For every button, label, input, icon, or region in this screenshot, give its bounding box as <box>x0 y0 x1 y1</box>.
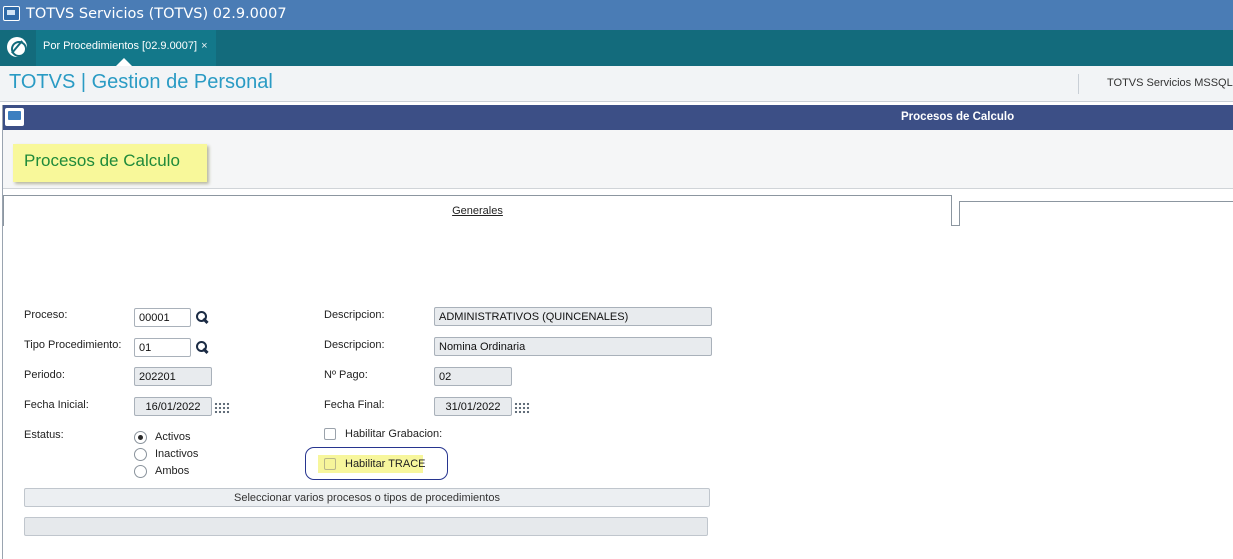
empty-status-bar <box>24 517 708 536</box>
habilitar-grabacion-label: Habilitar Grabacion: <box>345 428 443 440</box>
proceso-input[interactable]: 00001 <box>134 308 191 327</box>
descripcion-field-1: ADMINISTRATIVOS (QUINCENALES) <box>434 307 712 326</box>
dialog-title: Procesos de Calculo <box>901 111 1015 123</box>
periodo-label: Periodo: <box>24 369 65 381</box>
window-title: TOTVS Servicios (TOTVS) 02.9.0007 <box>26 6 287 22</box>
descripcion-field-2: Nomina Ordinaria <box>434 337 712 356</box>
habilitar-grabacion-checkbox[interactable] <box>324 428 336 440</box>
habilitar-trace-checkbox[interactable] <box>324 458 336 470</box>
module-title: TOTVS | Gestion de Personal <box>9 71 273 93</box>
tab-generales-label: Generales <box>452 205 503 217</box>
tab-secondary[interactable] <box>959 201 1233 226</box>
fecha-final-label: Fecha Final: <box>324 399 385 411</box>
server-label: TOTVS Servicios MSSQL I <box>1107 77 1233 89</box>
dialog-window-icon[interactable] <box>5 108 24 126</box>
tipo-procedimiento-search-icon[interactable] <box>195 340 209 354</box>
fecha-final-field: 31/01/2022 <box>434 397 512 416</box>
close-icon[interactable]: × <box>201 40 207 52</box>
radio-activos-label: Activos <box>155 431 191 443</box>
radio-ambos-label: Ambos <box>155 465 190 477</box>
title-bar: TOTVS Servicios (TOTVS) 02.9.0007 <box>0 0 1233 30</box>
tab-label: Por Procedimientos [02.9.0007] <box>43 40 198 52</box>
page-title-badge: Procesos de Calculo <box>13 144 207 182</box>
nro-pago-label: Nº Pago: <box>324 369 368 381</box>
folder-tabs: Generales <box>3 195 1233 226</box>
dialog-header-panel: Procesos de Calculo <box>3 130 1233 189</box>
descripcion-label-2: Descripcion: <box>324 339 385 351</box>
tab-bar: Por Procedimientos [02.9.0007] × <box>0 30 1233 66</box>
radio-activos[interactable] <box>134 431 147 444</box>
calendar-icon[interactable] <box>514 402 530 414</box>
tipo-procedimiento-label: Tipo Procedimiento: <box>24 339 122 351</box>
app-window-icon <box>3 6 20 21</box>
totvs-home-icon[interactable] <box>7 37 27 57</box>
proceso-label: Proceso: <box>24 309 68 321</box>
radio-inactivos[interactable] <box>134 448 147 461</box>
radio-ambos[interactable] <box>134 465 147 478</box>
fecha-inicial-field: 16/01/2022 <box>134 397 212 416</box>
calendar-icon[interactable] <box>214 402 230 414</box>
tipo-procedimiento-input[interactable]: 01 <box>134 338 191 357</box>
descripcion-label-1: Descripcion: <box>324 309 385 321</box>
radio-inactivos-label: Inactivos <box>155 448 199 460</box>
habilitar-trace-label: Habilitar TRACE <box>345 458 426 470</box>
tab-generales[interactable]: Generales <box>3 195 952 226</box>
periodo-field: 202201 <box>134 367 212 386</box>
active-tab-indicator <box>116 58 132 66</box>
header-divider <box>1078 74 1079 94</box>
proceso-search-icon[interactable] <box>195 310 209 324</box>
nro-pago-field: 02 <box>434 367 512 386</box>
estatus-label: Estatus: <box>24 429 64 441</box>
dialog-title-bar: Procesos de Calculo <box>3 105 1233 130</box>
select-multiple-processes-button[interactable]: Seleccionar varios procesos o tipos de p… <box>24 488 710 507</box>
module-header: TOTVS | Gestion de Personal TOTVS Servic… <box>0 66 1233 102</box>
fecha-inicial-label: Fecha Inicial: <box>24 399 89 411</box>
